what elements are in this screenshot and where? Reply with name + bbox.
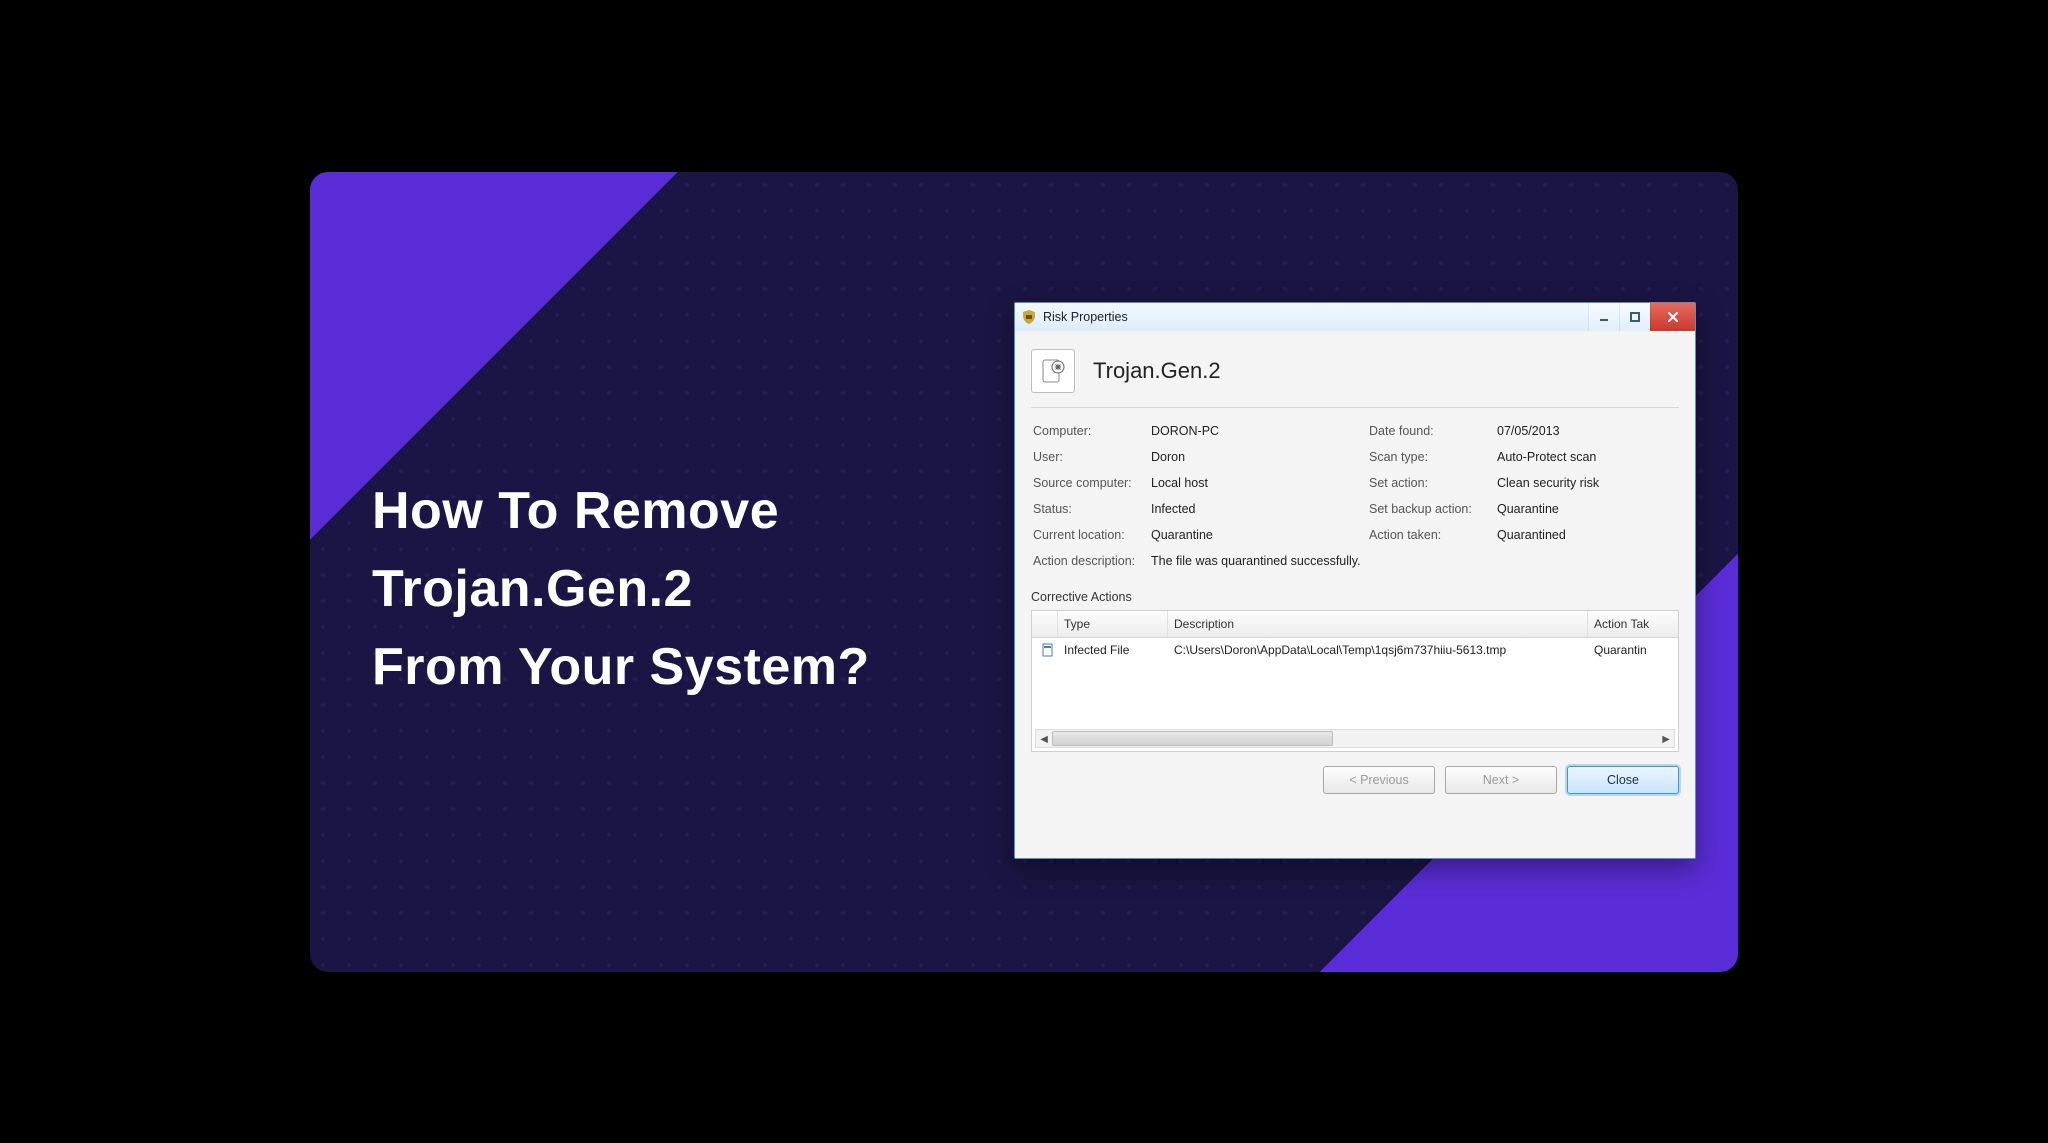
properties-grid: Computer: DORON-PC Date found: 07/05/201…	[1031, 418, 1679, 578]
next-button[interactable]: Next >	[1445, 766, 1557, 794]
action-description-label: Action description:	[1033, 554, 1143, 568]
close-button[interactable]: Close	[1567, 766, 1679, 794]
computer-label: Computer:	[1033, 424, 1143, 438]
col-action-taken[interactable]: Action Tak	[1588, 611, 1678, 637]
source-computer-value: Local host	[1151, 476, 1361, 490]
corrective-actions-table: Type Description Action Tak Infected Fil…	[1031, 610, 1679, 752]
scan-type-value: Auto-Protect scan	[1497, 450, 1677, 464]
computer-value: DORON-PC	[1151, 424, 1361, 438]
current-location-value: Quarantine	[1151, 528, 1361, 542]
action-description-value: The file was quarantined successfully.	[1151, 554, 1677, 568]
row-type: Infected File	[1058, 643, 1168, 657]
shield-bug-icon	[1021, 309, 1037, 325]
horizontal-scrollbar[interactable]: ◄ ►	[1035, 729, 1675, 748]
col-type[interactable]: Type	[1058, 611, 1168, 637]
risk-header: Trojan.Gen.2	[1031, 345, 1679, 408]
status-value: Infected	[1151, 502, 1361, 516]
maximize-button[interactable]	[1619, 303, 1650, 331]
row-description: C:\Users\Doron\AppData\Local\Temp\1qsj6m…	[1168, 643, 1588, 657]
source-computer-label: Source computer:	[1033, 476, 1143, 490]
set-backup-action-label: Set backup action:	[1369, 502, 1489, 516]
col-icon	[1032, 611, 1058, 637]
table-row[interactable]: Infected File C:\Users\Doron\AppData\Loc…	[1032, 638, 1678, 662]
set-action-label: Set action:	[1369, 476, 1489, 490]
client-area: Trojan.Gen.2 Computer: DORON-PC Date fou…	[1015, 331, 1695, 858]
scroll-left-arrow-icon[interactable]: ◄	[1036, 730, 1052, 747]
row-action: Quarantin	[1588, 643, 1678, 657]
titlebar[interactable]: Risk Properties	[1015, 303, 1695, 332]
scroll-track[interactable]	[1052, 730, 1658, 747]
date-found-value: 07/05/2013	[1497, 424, 1677, 438]
col-description[interactable]: Description	[1168, 611, 1588, 637]
date-found-label: Date found:	[1369, 424, 1489, 438]
user-value: Doron	[1151, 450, 1361, 464]
close-window-button[interactable]	[1650, 303, 1695, 331]
window-title: Risk Properties	[1043, 310, 1588, 324]
risk-properties-window: Risk Properties	[1014, 302, 1696, 859]
previous-button[interactable]: < Previous	[1323, 766, 1435, 794]
dialog-footer: < Previous Next > Close	[1031, 766, 1679, 794]
action-taken-label: Action taken:	[1369, 528, 1489, 542]
current-location-label: Current location:	[1033, 528, 1143, 542]
scroll-right-arrow-icon[interactable]: ►	[1658, 730, 1674, 747]
corrective-actions-title: Corrective Actions	[1031, 590, 1679, 604]
scroll-thumb[interactable]	[1052, 731, 1333, 746]
headline-text: How To Remove Trojan.Gen.2 From Your Sys…	[372, 472, 870, 706]
scan-type-label: Scan type:	[1369, 450, 1489, 464]
set-backup-action-value: Quarantine	[1497, 502, 1677, 516]
file-icon	[1032, 643, 1058, 657]
table-header: Type Description Action Tak	[1032, 611, 1678, 638]
file-bug-icon	[1031, 349, 1075, 393]
minimize-button[interactable]	[1588, 303, 1619, 331]
hero-card: How To Remove Trojan.Gen.2 From Your Sys…	[310, 172, 1738, 972]
risk-name: Trojan.Gen.2	[1093, 358, 1221, 384]
status-label: Status:	[1033, 502, 1143, 516]
window-buttons	[1588, 303, 1695, 331]
action-taken-value: Quarantined	[1497, 528, 1677, 542]
set-action-value: Clean security risk	[1497, 476, 1677, 490]
user-label: User:	[1033, 450, 1143, 464]
